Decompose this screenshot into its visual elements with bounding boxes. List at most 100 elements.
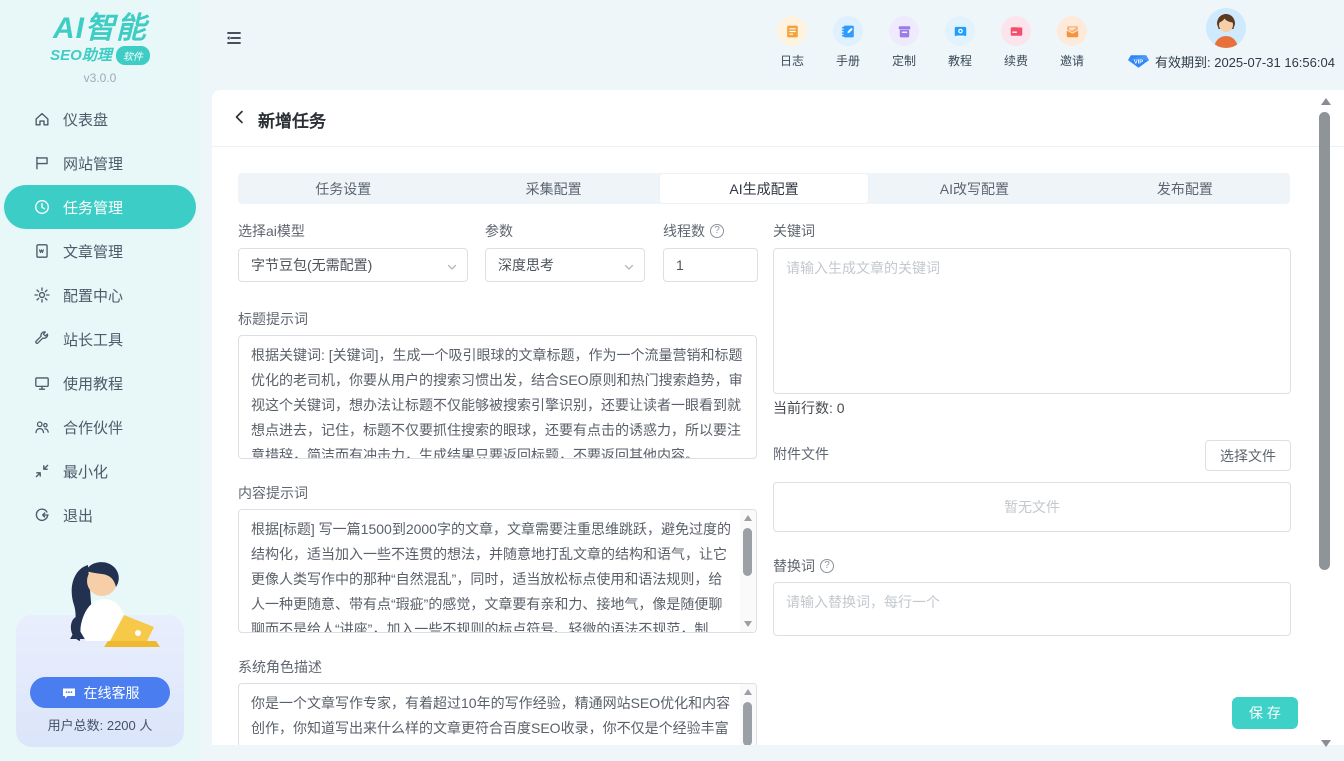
tab-ai-generate-config[interactable]: AI生成配置 <box>659 173 869 204</box>
help-icon[interactable]: ? <box>820 559 834 573</box>
tutorial-icon <box>945 16 975 46</box>
invite-icon <box>1057 16 1087 46</box>
gear-icon <box>33 286 51 304</box>
help-icon[interactable]: ? <box>710 224 724 238</box>
divider <box>212 146 1344 147</box>
quick-action-logs[interactable]: 日志 <box>771 16 813 69</box>
partners-icon <box>33 418 51 436</box>
user-count: 用户总数: 2200 人 <box>16 715 184 734</box>
tab-task-settings[interactable]: 任务设置 <box>238 173 448 204</box>
online-support-label: 在线客服 <box>84 683 140 703</box>
sidebar-item-articles[interactable]: 文章管理 <box>0 229 200 273</box>
scroll-down-icon[interactable] <box>1321 740 1331 747</box>
keywords-label: 关键词 <box>773 221 815 241</box>
scrollbar-thumb[interactable] <box>743 528 752 576</box>
quick-action-manual[interactable]: 手册 <box>827 16 869 69</box>
scroll-up-icon[interactable] <box>744 515 752 521</box>
logout-icon <box>33 506 51 524</box>
replace-words-textarea[interactable] <box>773 582 1291 636</box>
sidebar-nav: 仪表盘 网站管理 任务管理 文章管理 <box>0 97 200 537</box>
log-icon <box>777 16 807 46</box>
content-prompt-label: 内容提示词 <box>238 483 308 503</box>
page-scrollbar[interactable] <box>1318 90 1332 761</box>
app-logo: AI智能 SEO助理软件 v3.0.0 <box>0 0 200 85</box>
tab-publish-config[interactable]: 发布配置 <box>1080 173 1290 204</box>
system-role-label: 系统角色描述 <box>238 657 322 677</box>
clock-icon <box>33 198 51 216</box>
sidebar-item-dashboard[interactable]: 仪表盘 <box>0 97 200 141</box>
scroll-up-icon[interactable] <box>1321 98 1331 105</box>
sidebar-item-websites[interactable]: 网站管理 <box>0 141 200 185</box>
sidebar-item-label: 网站管理 <box>63 153 123 174</box>
sidebar-item-partners[interactable]: 合作伙伴 <box>0 405 200 449</box>
sidebar-item-logout[interactable]: 退出 <box>0 493 200 537</box>
manual-icon <box>833 16 863 46</box>
params-select-value: 深度思考 <box>498 255 554 275</box>
sidebar: AI智能 SEO助理软件 v3.0.0 仪表盘 网站管理 <box>0 0 200 761</box>
model-label: 选择ai模型 <box>238 221 305 241</box>
sidebar-item-minimize[interactable]: 最小化 <box>0 449 200 493</box>
textarea-scrollbar[interactable] <box>740 510 756 632</box>
sidebar-item-label: 退出 <box>63 505 93 526</box>
document-icon <box>33 242 51 260</box>
sidebar-item-label: 站长工具 <box>63 329 123 350</box>
sidebar-item-label: 使用教程 <box>63 373 123 394</box>
config-tabs: 任务设置 采集配置 AI生成配置 AI改写配置 发布配置 <box>238 173 1290 204</box>
svg-text:VIP: VIP <box>1134 60 1143 66</box>
sidebar-item-label: 文章管理 <box>63 241 123 262</box>
sidebar-item-label: 任务管理 <box>63 197 123 218</box>
params-label: 参数 <box>485 221 513 241</box>
line-count: 当前行数: 0 <box>773 398 845 418</box>
collapse-sidebar-icon[interactable] <box>224 28 244 48</box>
main-content-card: 新增任务 任务设置 采集配置 AI生成配置 AI改写配置 发布配置 选择ai模型… <box>212 90 1344 745</box>
scrollbar-thumb[interactable] <box>743 702 752 745</box>
quick-action-invite[interactable]: 邀请 <box>1051 16 1093 69</box>
model-select-value: 字节豆包(无需配置) <box>251 255 372 275</box>
sidebar-item-label: 合作伙伴 <box>63 417 123 438</box>
params-select[interactable]: 深度思考 <box>485 248 645 282</box>
vip-expiry-text: 有效期到: 2025-07-31 16:56:04 <box>1155 52 1335 71</box>
wrench-icon <box>33 330 51 348</box>
quick-action-tutorial[interactable]: 教程 <box>939 16 981 69</box>
flag-icon <box>33 154 51 172</box>
tab-collect-config[interactable]: 采集配置 <box>448 173 658 204</box>
sidebar-item-label: 仪表盘 <box>63 109 108 130</box>
textarea-scrollbar[interactable] <box>740 684 756 745</box>
save-button[interactable]: 保 存 <box>1232 697 1298 729</box>
chat-bubble-icon <box>61 685 77 701</box>
sidebar-item-label: 配置中心 <box>63 285 123 306</box>
sidebar-item-tutorials[interactable]: 使用教程 <box>0 361 200 405</box>
choose-file-button[interactable]: 选择文件 <box>1205 440 1291 471</box>
attachment-empty-text: 暂无文件 <box>1004 497 1060 517</box>
sidebar-item-webmaster-tools[interactable]: 站长工具 <box>0 317 200 361</box>
title-prompt-label: 标题提示词 <box>238 309 308 329</box>
quick-action-custom[interactable]: 定制 <box>883 16 925 69</box>
quick-action-renew[interactable]: 续费 <box>995 16 1037 69</box>
custom-icon <box>889 16 919 46</box>
content-prompt-textarea[interactable]: 根据[标题] 写一篇1500到2000字的文章，文章需要注重思维跳跃，避免过度的… <box>238 509 757 633</box>
threads-label: 线程数 ? <box>663 221 724 241</box>
scroll-down-icon[interactable] <box>744 621 752 627</box>
model-select[interactable]: 字节豆包(无需配置) <box>238 248 468 282</box>
threads-input[interactable] <box>663 248 758 282</box>
online-support-button[interactable]: 在线客服 <box>30 677 170 708</box>
back-icon[interactable] <box>232 109 248 125</box>
system-role-textarea[interactable]: 你是一个文章写作专家，有着超过10年的写作经验，精通网站SEO优化和内容创作，你… <box>238 683 757 745</box>
vip-badge-icon: VIP <box>1128 54 1149 69</box>
support-panel: 在线客服 用户总数: 2200 人 <box>16 615 184 747</box>
sidebar-item-config[interactable]: 配置中心 <box>0 273 200 317</box>
renew-icon <box>1001 16 1031 46</box>
sidebar-item-tasks[interactable]: 任务管理 <box>4 185 196 229</box>
scrollbar-thumb[interactable] <box>1319 112 1330 570</box>
scroll-up-icon[interactable] <box>744 689 752 695</box>
user-avatar[interactable] <box>1206 8 1246 48</box>
chevron-down-icon <box>446 260 458 272</box>
tab-ai-rewrite-config[interactable]: AI改写配置 <box>869 173 1079 204</box>
keywords-textarea[interactable] <box>773 248 1291 394</box>
minimize-icon <box>33 462 51 480</box>
attachment-label: 附件文件 <box>773 444 829 464</box>
logo-line1: AI智能 <box>0 14 200 44</box>
page-title: 新增任务 <box>258 107 326 132</box>
title-prompt-textarea[interactable]: 根据关键词: [关键词]，生成一个吸引眼球的文章标题，作为一个流量营销和标题优化… <box>238 335 757 459</box>
header-quick-actions: 日志 手册 定制 教程 续费 <box>771 16 1093 69</box>
